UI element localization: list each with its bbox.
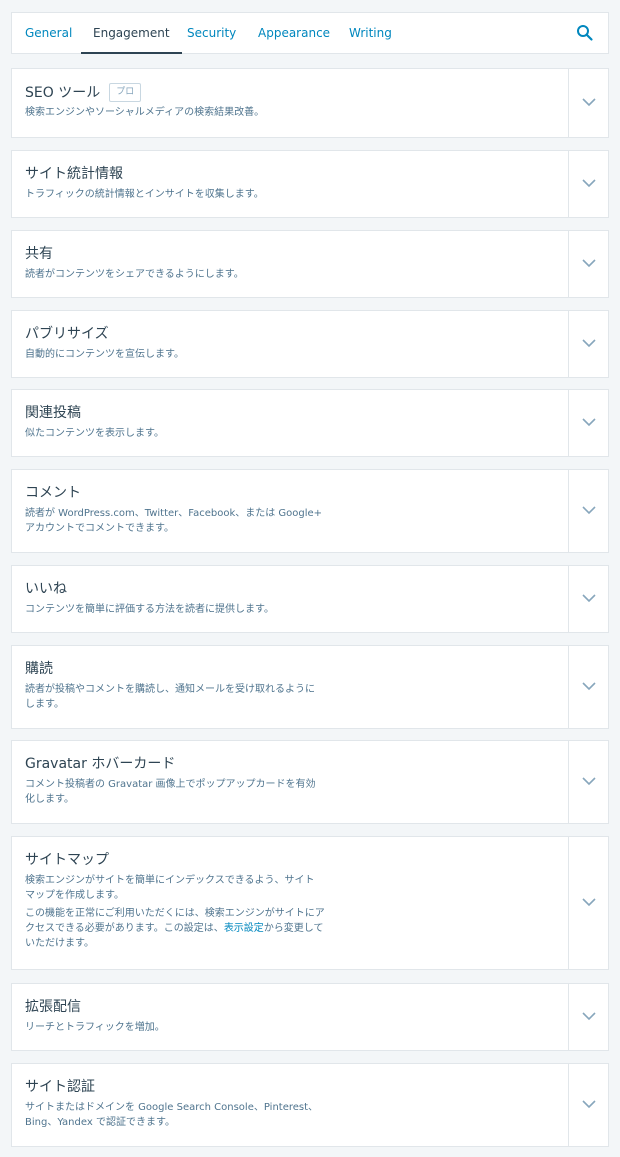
setting-card-seo: SEO ツール プロ 検索エンジンやソーシャルメディアの検索結果改善。 [11, 68, 609, 138]
chevron-down-icon [582, 1012, 596, 1021]
section-nav: General Engagement Security Appearance W… [11, 12, 609, 54]
setting-card-subscriptions: 購読 読者が投稿やコメントを購読し、通知メールを受け取れるように します。 [11, 645, 609, 729]
expand-button[interactable] [568, 837, 608, 969]
expand-button[interactable] [568, 741, 608, 823]
setting-card-comments: コメント 読者が WordPress.com、Twitter、Facebook、… [11, 469, 609, 553]
card-note-text: から変更して [263, 923, 324, 934]
card-description: リーチとトラフィックを増加。 [25, 1022, 165, 1033]
card-description-line: 読者が WordPress.com、Twitter、Facebook、または G… [25, 508, 323, 519]
card-title: コメント [25, 485, 81, 501]
card-title: 共有 [25, 246, 53, 262]
expand-button[interactable] [568, 311, 608, 377]
card-description-line: マップを作成します。 [25, 890, 124, 901]
expand-button[interactable] [568, 646, 608, 728]
setting-card-sharing: 共有 読者がコンテンツをシェアできるようにします。 [11, 230, 609, 298]
card-description: 似たコンテンツを表示します。 [25, 428, 164, 439]
card-title: サイトマップ [25, 852, 109, 868]
setting-card-site-verification: サイト認証 サイトまたはドメインを Google Search Console、… [11, 1063, 609, 1147]
card-title: SEO ツール [25, 84, 101, 101]
tab-security[interactable]: Security [187, 13, 236, 54]
card-description-line: 化します。 [25, 794, 74, 805]
chevron-down-icon [582, 259, 596, 268]
card-title: 拡張配信 [25, 999, 81, 1015]
expand-button[interactable] [568, 231, 608, 297]
chevron-down-icon [582, 594, 596, 603]
expand-button[interactable] [568, 151, 608, 217]
chevron-down-icon [582, 98, 596, 107]
chevron-down-icon [582, 682, 596, 691]
chevron-down-icon [582, 777, 596, 786]
pro-badge: プロ [109, 83, 142, 102]
expand-button[interactable] [568, 69, 608, 137]
tab-engagement[interactable]: Engagement [81, 13, 182, 54]
card-title: サイト認証 [25, 1079, 95, 1095]
setting-card-enhanced-distribution: 拡張配信 リーチとトラフィックを増加。 [11, 983, 609, 1051]
card-description: 読者がコンテンツをシェアできるようにします。 [25, 269, 244, 280]
chevron-down-icon [582, 339, 596, 348]
card-note-line: この機能を正常にご利用いただくには、検索エンジンがサイトにア [25, 908, 325, 919]
setting-card-site-stats: サイト統計情報 トラフィックの統計情報とインサイトを収集します。 [11, 150, 609, 218]
setting-card-publicize: パブリサイズ 自動的にコンテンツを宣伝します。 [11, 310, 609, 378]
setting-card-likes: いいね コンテンツを簡単に評価する方法を読者に提供します。 [11, 565, 609, 633]
card-description-line: 検索エンジンがサイトを簡単にインデックスできるよう、サイト [25, 875, 315, 886]
search-icon[interactable] [576, 24, 594, 42]
reading-settings-link[interactable]: 表示設定 [224, 923, 264, 934]
setting-card-sitemaps: サイトマップ 検索エンジンがサイトを簡単にインデックスできるよう、サイト マップ… [11, 836, 609, 970]
chevron-down-icon [582, 1100, 596, 1109]
card-description: コンテンツを簡単に評価する方法を読者に提供します。 [25, 604, 274, 615]
expand-button[interactable] [568, 566, 608, 632]
chevron-down-icon [582, 418, 596, 427]
tab-writing[interactable]: Writing [349, 13, 392, 54]
expand-button[interactable] [568, 984, 608, 1050]
setting-card-gravatar-hovercards: Gravatar ホバーカード コメント投稿者の Gravatar 画像上でポッ… [11, 740, 609, 824]
card-description-line: アカウントでコメントできます。 [25, 523, 174, 534]
chevron-down-icon [582, 506, 596, 515]
tab-appearance[interactable]: Appearance [258, 13, 330, 54]
card-description-line: Bing、Yandex で認証できます。 [25, 1117, 175, 1128]
expand-button[interactable] [568, 1064, 608, 1146]
card-description-line: サイトまたはドメインを Google Search Console、Pinter… [25, 1102, 319, 1113]
chevron-down-icon [582, 898, 596, 907]
expand-button[interactable] [568, 470, 608, 552]
card-description-line: コメント投稿者の Gravatar 画像上でポップアップカードを有効 [25, 779, 316, 790]
card-title: パブリサイズ [25, 326, 109, 342]
card-note-line: クセスできる必要があります。この設定は、 [25, 923, 224, 934]
card-title: Gravatar ホバーカード [25, 756, 176, 772]
card-title: 関連投稿 [25, 405, 81, 421]
card-description-line: します。 [25, 699, 64, 710]
card-description: トラフィックの統計情報とインサイトを収集します。 [25, 189, 264, 200]
card-description: 検索エンジンやソーシャルメディアの検索結果改善。 [25, 107, 265, 118]
card-title: いいね [25, 581, 67, 597]
tab-general[interactable]: General [25, 13, 72, 54]
chevron-down-icon [582, 179, 596, 188]
card-note-line: いただけます。 [25, 938, 94, 949]
card-title: サイト統計情報 [25, 166, 123, 182]
setting-card-related-posts: 関連投稿 似たコンテンツを表示します。 [11, 389, 609, 457]
card-description: 自動的にコンテンツを宣伝します。 [25, 349, 184, 360]
card-title: 購読 [25, 661, 53, 677]
card-description-line: 読者が投稿やコメントを購読し、通知メールを受け取れるように [25, 684, 315, 695]
expand-button[interactable] [568, 390, 608, 456]
